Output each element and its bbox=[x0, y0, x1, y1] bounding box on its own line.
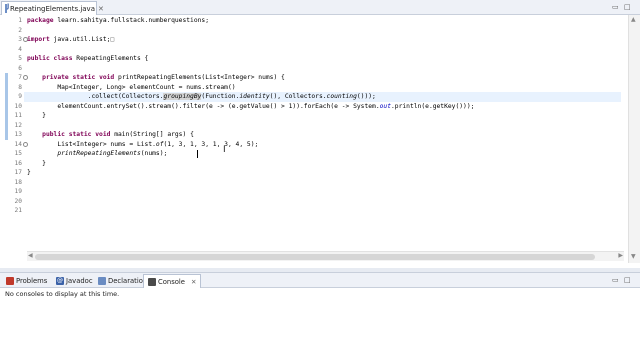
line-number: 9 bbox=[18, 93, 22, 100]
scroll-down-icon[interactable]: ▼ bbox=[631, 253, 636, 260]
tab-label: Declaration bbox=[108, 277, 148, 285]
text-caret bbox=[197, 149, 198, 158]
line-number: 18 bbox=[14, 178, 22, 186]
line-number: 5 bbox=[18, 55, 22, 62]
line-number: 7 bbox=[18, 74, 22, 81]
minimize-icon[interactable]: ▭ bbox=[612, 276, 619, 284]
line-number: 2 bbox=[18, 26, 22, 34]
line-number: 4 bbox=[18, 45, 22, 53]
horizontal-scroll-thumb[interactable] bbox=[35, 254, 595, 260]
scroll-right-icon[interactable]: ▶ bbox=[618, 252, 623, 259]
line-number: 1 bbox=[18, 17, 22, 24]
close-icon[interactable]: ✕ bbox=[98, 5, 104, 13]
line-number: 16 bbox=[14, 159, 22, 167]
line-number: 11 bbox=[14, 112, 22, 119]
problems-icon bbox=[6, 277, 14, 285]
editor-tab-bar: RepeatingElements.java ✕ ▭ □ bbox=[0, 0, 640, 15]
minimize-icon[interactable]: ▭ bbox=[612, 3, 619, 11]
code-line: printRepeatingElements(nums); bbox=[57, 150, 168, 157]
line-number: 6 bbox=[18, 64, 22, 72]
editor-tab-repeating-elements[interactable]: RepeatingElements.java ✕ bbox=[1, 1, 104, 15]
line-number: 8 bbox=[18, 83, 22, 91]
folded-imports-icon: □ bbox=[110, 36, 115, 43]
code-line: package learn.sahitya.fullstack.numberqu… bbox=[27, 17, 209, 24]
vertical-scrollbar[interactable]: ▲ ▼ bbox=[628, 15, 640, 263]
close-icon[interactable]: ✕ bbox=[191, 278, 196, 286]
scroll-up-icon[interactable]: ▲ bbox=[631, 16, 636, 23]
line-number: 10 bbox=[14, 102, 22, 110]
scroll-left-icon[interactable]: ◀ bbox=[28, 252, 33, 259]
line-number: 21 bbox=[14, 207, 22, 214]
code-line: Map<Integer, Long> elementCount = nums.s… bbox=[27, 83, 236, 91]
code-line: } bbox=[27, 169, 31, 176]
current-code-line: .collect(Collectors.groupingBy(Function.… bbox=[24, 92, 621, 102]
code-line: elementCount.entrySet().stream().filter(… bbox=[57, 102, 475, 110]
line-number: 3 bbox=[18, 36, 22, 43]
code-line: private static void printRepeatingElemen… bbox=[42, 74, 285, 81]
declaration-icon bbox=[98, 277, 106, 285]
console-icon bbox=[148, 277, 156, 286]
code-line: } bbox=[27, 112, 46, 119]
code-text[interactable]: package learn.sahitya.fullstack.numberqu… bbox=[24, 15, 627, 263]
java-file-icon bbox=[5, 3, 9, 13]
tab-problems[interactable]: Problems bbox=[2, 274, 51, 288]
line-number-gutter: 1 2 3 4 5 6 7 8 9 10 11 12 13 14 15 16 1… bbox=[0, 15, 24, 263]
line-number: 12 bbox=[14, 121, 22, 129]
line-number: 15 bbox=[14, 150, 22, 157]
horizontal-scrollbar[interactable]: ◀ ▶ bbox=[27, 251, 624, 261]
ibeam-cursor-icon: I bbox=[223, 145, 226, 155]
bottom-panel: Problems @ Javadoc Declaration Console ✕… bbox=[0, 272, 640, 360]
javadoc-icon: @ bbox=[56, 277, 64, 285]
code-line: import java.util.List;□ bbox=[27, 36, 115, 43]
tab-label: Console bbox=[158, 277, 185, 286]
editor-tab-label: RepeatingElements.java bbox=[10, 4, 95, 13]
code-editor[interactable]: 1 2 3 4 5 6 7 8 9 10 11 12 13 14 15 16 1… bbox=[0, 15, 640, 263]
line-number: 17 bbox=[14, 169, 22, 176]
maximize-icon[interactable]: □ bbox=[624, 276, 631, 284]
line-number: 13 bbox=[14, 131, 22, 138]
code-line: } bbox=[27, 159, 46, 167]
change-marker bbox=[5, 73, 8, 140]
console-message: No consoles to display at this time. bbox=[5, 290, 120, 298]
line-number: 19 bbox=[14, 188, 22, 195]
tab-label: Javadoc bbox=[66, 277, 93, 285]
tab-console[interactable]: Console ✕ bbox=[143, 274, 202, 288]
maximize-icon[interactable]: □ bbox=[624, 3, 631, 11]
tab-javadoc[interactable]: @ Javadoc bbox=[52, 274, 97, 288]
line-number: 14 bbox=[14, 140, 22, 148]
tab-label: Problems bbox=[16, 277, 48, 285]
code-line: public static void main(String[] args) { bbox=[42, 131, 194, 138]
line-number: 20 bbox=[14, 197, 22, 205]
bottom-panel-tabs: Problems @ Javadoc Declaration Console ✕… bbox=[0, 273, 640, 288]
code-line: public class RepeatingElements { bbox=[27, 55, 149, 62]
